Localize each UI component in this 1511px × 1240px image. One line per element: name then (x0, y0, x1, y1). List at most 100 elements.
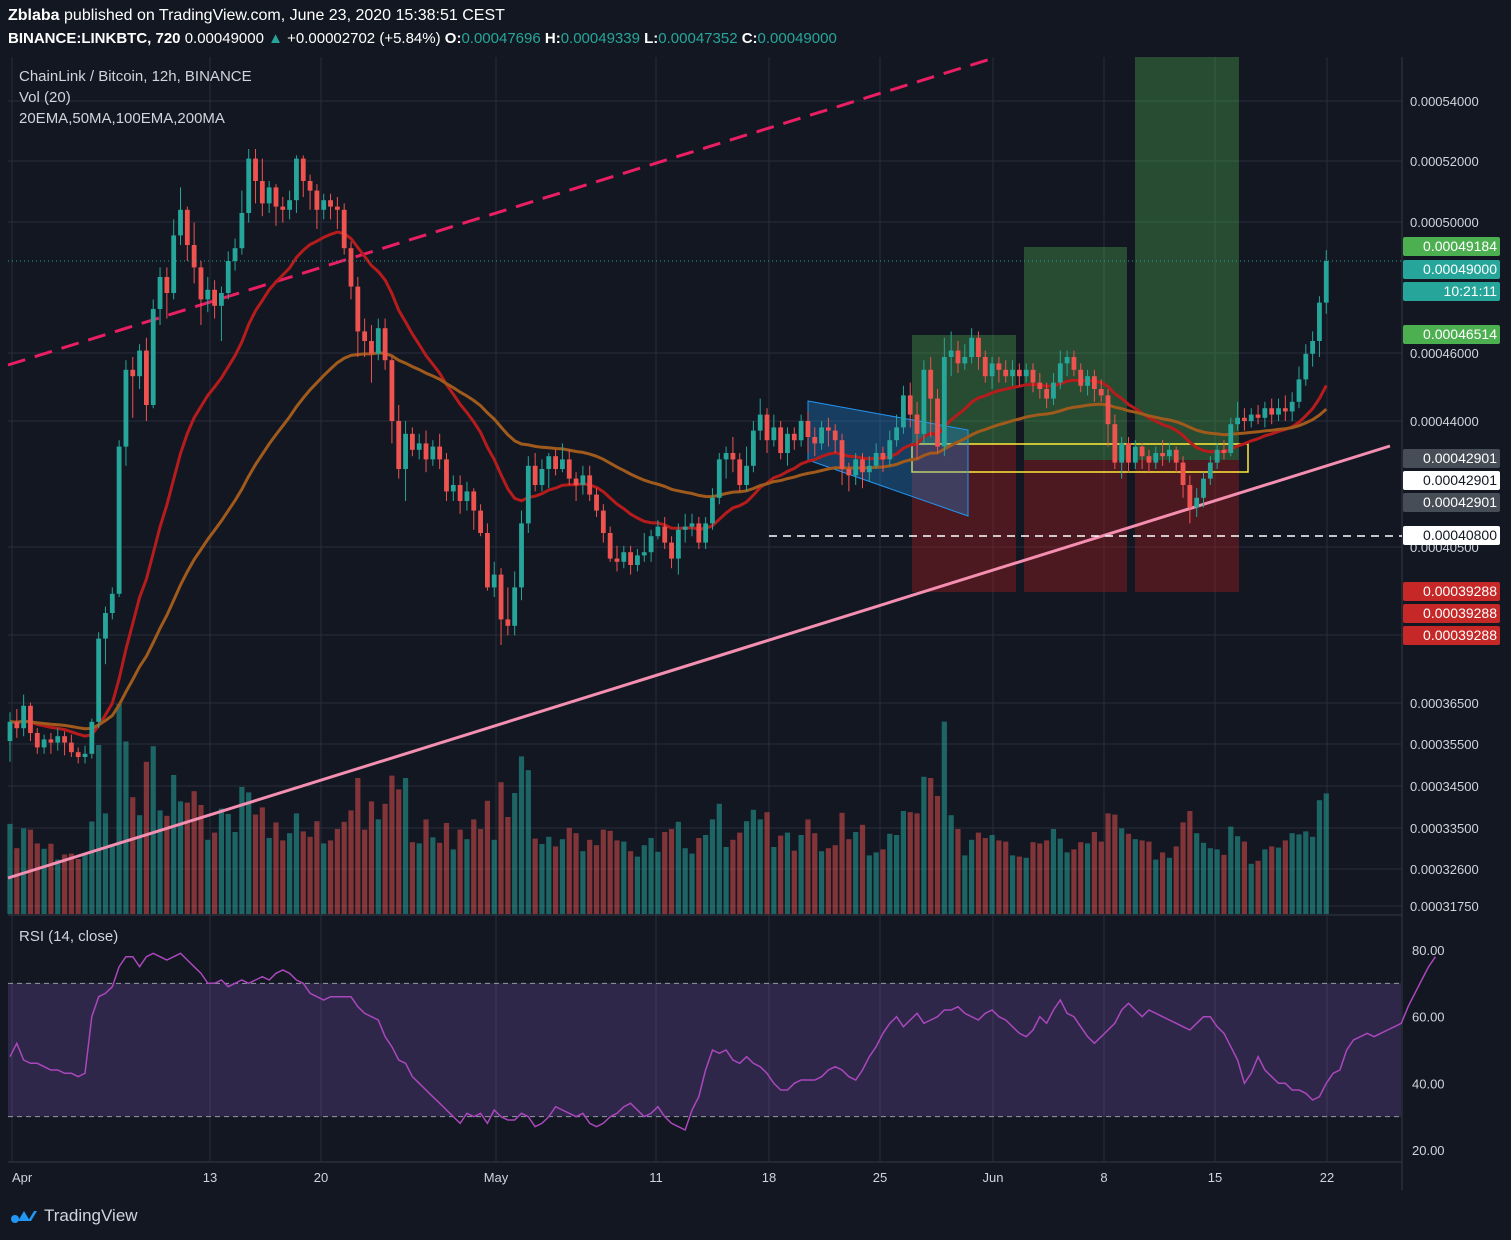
volume-bar (1009, 855, 1016, 914)
volume-bar (198, 805, 204, 914)
candle-body (1310, 341, 1316, 354)
volume-bar (498, 782, 504, 914)
time-axis-label: Jun (983, 1170, 1004, 1185)
candle-body (1248, 414, 1254, 421)
volume-bar (136, 815, 143, 914)
candle-body (164, 277, 170, 293)
candle-body (1235, 417, 1240, 425)
volume-bar (1050, 829, 1057, 914)
position-zone (1024, 247, 1127, 460)
tradingview-logo[interactable]: TradingView (10, 1206, 138, 1226)
volume-bar (948, 815, 954, 914)
candle-body (887, 440, 893, 460)
volume-bar (593, 845, 600, 914)
volume-bar (614, 840, 620, 914)
volume-bar (55, 859, 61, 914)
volume-bar (7, 823, 13, 914)
candle-body (273, 187, 279, 207)
candle-body (62, 736, 67, 743)
candle-body (485, 533, 490, 588)
candle-body (246, 158, 252, 213)
price-axis-label: 0.00050000 (1410, 215, 1479, 230)
volume-bar (1030, 842, 1036, 914)
rsi-band (8, 983, 1401, 1117)
volume-bar (880, 849, 886, 914)
volume-bar (116, 704, 122, 914)
candle-body (96, 638, 102, 722)
time-axis-label: 8 (1100, 1170, 1107, 1185)
volume-bar (505, 817, 511, 914)
candle-body (321, 200, 327, 210)
candle (246, 149, 252, 223)
candle-body (430, 446, 436, 460)
candle-body (621, 552, 627, 562)
candle-body (546, 456, 552, 469)
candle-body (907, 395, 913, 415)
candle-body (34, 733, 40, 748)
candle-body (580, 475, 586, 485)
candle-body (948, 350, 954, 357)
chart-canvas[interactable]: 0.00054000 0.00052000 0.00050000 0.00046000… (0, 0, 1511, 1240)
volume-bar (368, 801, 375, 914)
candle-body (914, 414, 920, 434)
volume-bar (750, 809, 756, 914)
volume-bar (177, 801, 184, 914)
volume-bar (1084, 843, 1091, 914)
volume-bar (341, 821, 347, 914)
volume-bar (805, 819, 811, 914)
volume-bar (1262, 849, 1268, 914)
volume-bar (512, 793, 518, 914)
volume-bar (709, 819, 716, 914)
candle-body (996, 363, 1002, 370)
candle-body (723, 453, 729, 460)
volume-bar (191, 791, 197, 914)
volume-bar (982, 838, 988, 914)
candle-body (553, 456, 558, 469)
volume-bar (491, 839, 497, 914)
volume-bar (1132, 839, 1138, 914)
candle-body (682, 526, 688, 530)
candle-body (1085, 376, 1090, 386)
volume-bar (1275, 847, 1282, 914)
volume-bar (607, 830, 613, 914)
candle-body (1255, 414, 1261, 418)
position-zone (1135, 57, 1239, 460)
volume-bar (532, 838, 538, 914)
candle-body (82, 753, 88, 757)
candle-body (1003, 369, 1009, 377)
candle-body (157, 277, 163, 309)
candle-body (635, 555, 640, 565)
candle-body (969, 337, 975, 357)
volume-bar (130, 797, 136, 914)
candle-body (1296, 379, 1302, 402)
time-axis-label: 11 (649, 1170, 663, 1185)
price-tag: 0.00042901 (1403, 449, 1500, 468)
candle-body (423, 443, 429, 460)
candle-body (928, 369, 934, 399)
candle-body (21, 705, 27, 729)
candle-body (750, 430, 756, 466)
candle-body (1173, 449, 1179, 463)
candle-body (1044, 389, 1050, 399)
rsi-axis-label: 80.00 (1412, 943, 1445, 958)
candle-body (539, 469, 545, 485)
volume-bar (641, 845, 647, 914)
volume-bar (1200, 842, 1207, 914)
volume-bar (437, 842, 443, 914)
volume-bar (1091, 832, 1097, 914)
candle-body (716, 459, 722, 498)
volume-bar (1125, 833, 1132, 914)
volume-bar (1221, 854, 1227, 914)
candle-body (450, 485, 456, 492)
candle-body (1201, 478, 1206, 498)
volume-bar (764, 812, 770, 914)
volume-bar (409, 842, 415, 914)
candle-body (771, 427, 777, 441)
volume-bar (1228, 826, 1234, 914)
candle-body (68, 742, 74, 753)
volume-bar (300, 831, 306, 914)
volume-bar (1323, 793, 1329, 914)
volume-bar (48, 843, 54, 914)
candle-body (662, 526, 668, 543)
volume-bar (287, 833, 293, 914)
